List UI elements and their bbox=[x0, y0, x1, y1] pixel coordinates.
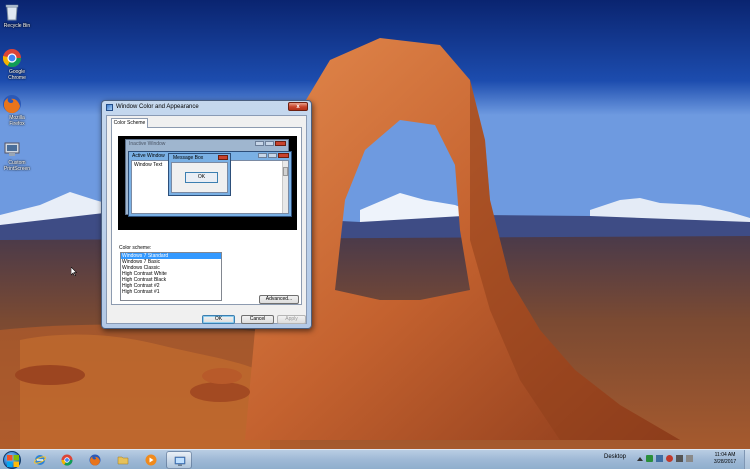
power-icon[interactable] bbox=[686, 455, 693, 462]
control-panel-icon bbox=[174, 456, 186, 466]
taskbar-explorer[interactable] bbox=[110, 451, 136, 469]
scrollbar-thumb bbox=[283, 167, 288, 176]
volume-icon[interactable] bbox=[676, 455, 683, 462]
desktop-toolbar-label[interactable]: Desktop bbox=[604, 454, 626, 460]
color-scheme-list[interactable]: Windows 7 Standard Windows 7 Basic Windo… bbox=[120, 252, 222, 301]
clock-time: 11:04 AM bbox=[714, 452, 736, 458]
advanced-button[interactable]: Advanced... bbox=[259, 295, 299, 304]
recycle-bin-icon bbox=[5, 2, 27, 22]
firefox-icon bbox=[3, 94, 27, 114]
start-button[interactable] bbox=[3, 451, 21, 469]
active-window-title: Active Window bbox=[132, 153, 165, 159]
ok-button[interactable]: OK bbox=[202, 315, 235, 324]
desktop-icon-label: Recycle Bin bbox=[3, 23, 31, 29]
windows-logo-icon bbox=[7, 455, 19, 467]
dialog-title: Window Color and Appearance bbox=[116, 104, 199, 110]
system-tray bbox=[637, 455, 693, 462]
minimize-icon bbox=[255, 141, 264, 146]
dialog-client-area: Color Scheme Inactive Window Active Wind… bbox=[106, 115, 307, 324]
preview-message-box: Message Box OK bbox=[168, 153, 231, 196]
desktop-icon-chrome[interactable]: Google Chrome bbox=[2, 48, 32, 81]
cancel-button[interactable]: Cancel bbox=[241, 315, 274, 324]
action-center-icon[interactable] bbox=[666, 455, 673, 462]
show-hidden-icons-icon[interactable] bbox=[637, 457, 643, 461]
minimize-icon bbox=[258, 153, 267, 158]
maximize-icon bbox=[268, 153, 277, 158]
desktop-icon-firefox[interactable]: Mozilla Firefox bbox=[2, 94, 32, 127]
taskbar-internet-explorer[interactable] bbox=[27, 451, 53, 469]
message-box-ok-button: OK bbox=[185, 172, 218, 183]
message-box-title: Message Box bbox=[173, 155, 204, 161]
network-icon[interactable] bbox=[656, 455, 663, 462]
scheme-item[interactable]: High Contrast #1 bbox=[121, 289, 221, 295]
taskbar-chrome[interactable] bbox=[54, 451, 80, 469]
inactive-caption-buttons bbox=[255, 141, 286, 146]
message-box-body: OK bbox=[171, 162, 228, 193]
firefox-icon bbox=[89, 454, 101, 466]
active-caption-buttons bbox=[258, 153, 289, 158]
inactive-window-title: Inactive Window bbox=[129, 141, 166, 147]
desktop-icon-label: Google Chrome bbox=[8, 69, 26, 81]
chrome-icon bbox=[2, 48, 27, 68]
chrome-icon bbox=[61, 454, 73, 466]
window-color-icon bbox=[106, 104, 113, 111]
desktop-icon-label: Custom PrintScreen bbox=[3, 160, 31, 172]
show-desktop-button[interactable] bbox=[744, 450, 750, 469]
taskbar: Desktop 11:04 AM 3/28/2017 bbox=[0, 449, 750, 469]
desktop-icon-recycle-bin[interactable]: Recycle Bin bbox=[2, 2, 32, 29]
desktop-icon-label: Mozilla Firefox bbox=[9, 115, 25, 127]
preview-scrollbar bbox=[282, 161, 288, 213]
close-icon bbox=[275, 141, 286, 146]
taskbar-media-player[interactable] bbox=[138, 451, 164, 469]
close-icon bbox=[278, 153, 289, 158]
window-color-appearance-dialog: Window Color and Appearance x Color Sche… bbox=[101, 100, 312, 329]
security-shield-icon[interactable] bbox=[646, 455, 653, 462]
desktop-icon-printscreen[interactable]: Custom PrintScreen bbox=[2, 139, 32, 172]
maximize-icon bbox=[265, 141, 274, 146]
close-button[interactable]: x bbox=[288, 102, 308, 111]
color-scheme-label: Color scheme: bbox=[119, 245, 152, 251]
window-text: Window Text bbox=[134, 162, 163, 168]
printscreen-icon bbox=[4, 139, 27, 159]
folder-icon bbox=[117, 456, 129, 465]
tab-color-scheme[interactable]: Color Scheme bbox=[111, 118, 148, 128]
media-player-icon bbox=[145, 454, 157, 466]
close-icon bbox=[218, 155, 228, 160]
clock-date: 3/28/2017 bbox=[713, 459, 737, 465]
apply-button[interactable]: Apply bbox=[277, 315, 306, 324]
internet-explorer-icon bbox=[34, 455, 46, 465]
taskbar-firefox[interactable] bbox=[82, 451, 108, 469]
dialog-titlebar[interactable]: Window Color and Appearance x bbox=[102, 101, 311, 115]
clock[interactable]: 11:04 AM 3/28/2017 bbox=[708, 452, 742, 466]
taskbar-control-panel[interactable] bbox=[166, 451, 192, 469]
mouse-cursor-icon bbox=[71, 267, 77, 276]
color-scheme-panel: Inactive Window Active Window Window Tex… bbox=[111, 127, 302, 305]
scheme-preview: Inactive Window Active Window Window Tex… bbox=[118, 136, 297, 230]
